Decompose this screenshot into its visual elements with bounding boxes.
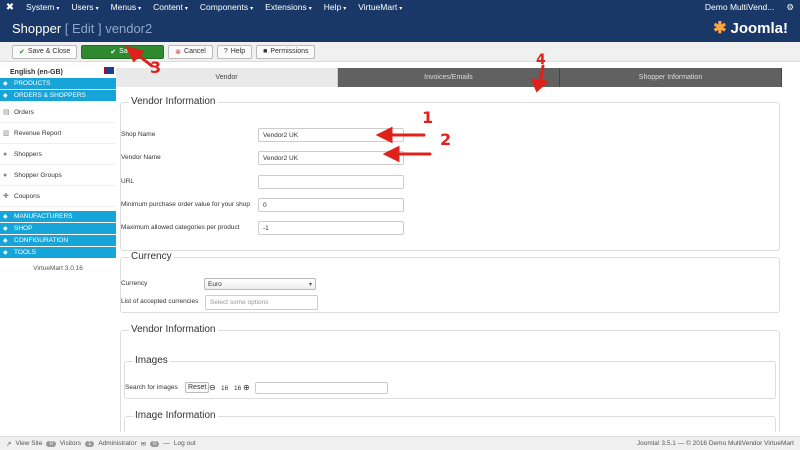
logout-icon: — [163, 440, 170, 447]
logout-link[interactable]: Log out [174, 440, 196, 447]
annotation-arrowhead-1 [375, 126, 393, 144]
annotation-number-4: 4 [536, 52, 546, 68]
annotation-number-3: 3 [150, 58, 162, 77]
annotation-number-1: 1 [422, 108, 434, 127]
external-link-icon: ↗ [6, 440, 12, 448]
administrator-label: Administrator [98, 440, 137, 447]
copyright-text: Joomla! 3.5.1 — © 2016 Demo MultiVendor … [636, 440, 794, 447]
admin-count-badge: 1 [84, 440, 95, 447]
messages-count-badge: 0 [150, 440, 160, 447]
view-site-link[interactable]: View Site [15, 440, 42, 447]
annotation-arrowhead-4 [530, 78, 550, 93]
status-bar: ↗ View Site 0 Visitors 1 Administrator ✉… [0, 436, 800, 450]
annotation-arrowhead-2 [382, 145, 400, 163]
visitors-label: Visitors [59, 440, 81, 447]
annotation-overlay [125, 45, 550, 163]
annotation-number-2: 2 [440, 130, 452, 149]
messages-icon: ✉ [140, 440, 147, 448]
visitors-count-badge: 0 [46, 440, 56, 447]
